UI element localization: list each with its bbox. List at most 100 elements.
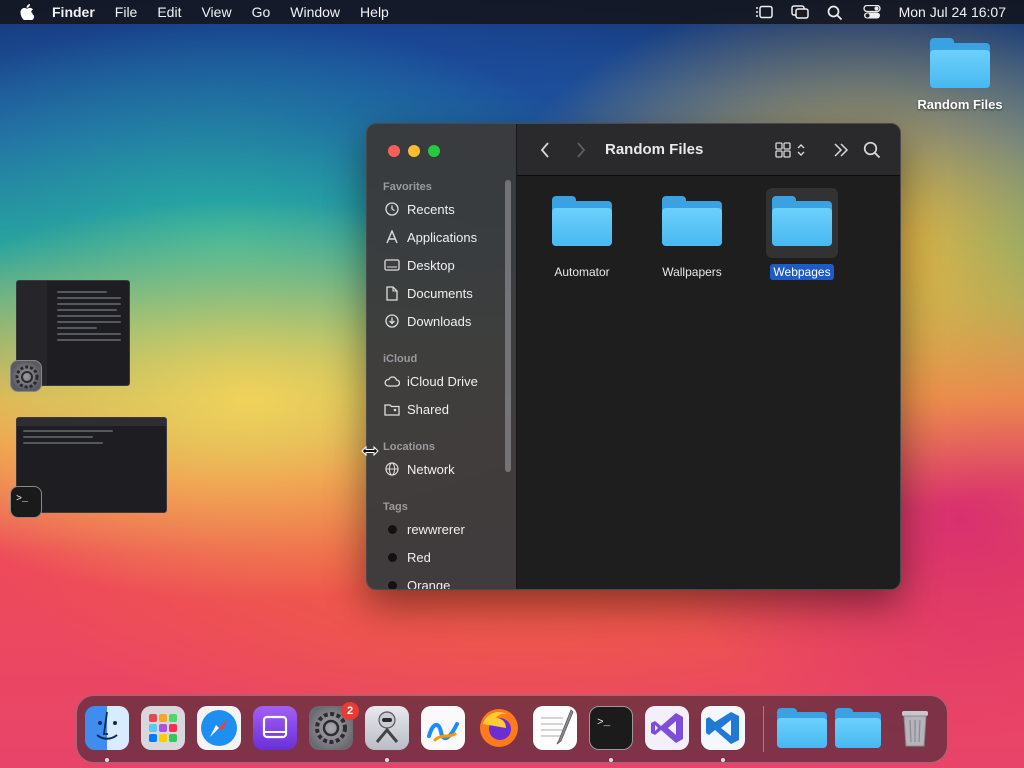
sidebar-item-documents[interactable]: Documents — [383, 282, 473, 304]
finder-window: Favorites Recents Applications Desktop D… — [366, 123, 901, 590]
sidebar-header-icloud: iCloud — [383, 353, 418, 365]
file-name: Wallpapers — [662, 265, 722, 279]
globe-icon — [383, 461, 401, 477]
dock-applications-folder-icon[interactable] — [777, 706, 829, 750]
folder-icon — [930, 38, 990, 88]
tag-dot-icon — [388, 524, 397, 534]
dock-terminal-icon[interactable]: >_ — [589, 706, 633, 750]
running-indicator — [609, 758, 613, 762]
sidebar-item-tag-orange[interactable]: Orange — [383, 574, 451, 590]
dock-separator — [763, 706, 764, 752]
shared-folder-icon — [383, 401, 401, 417]
file-name: Automator — [554, 265, 610, 279]
minimize-button[interactable] — [408, 145, 420, 157]
sidebar-item-label: rewwrerer — [407, 521, 465, 537]
sidebar-item-label: Documents — [407, 285, 473, 301]
sidebar-item-network[interactable]: Network — [383, 458, 455, 480]
dock: 2 >_ — [76, 695, 948, 763]
menu-go[interactable]: Go — [252, 4, 271, 20]
dock-visual-studio-icon[interactable] — [645, 706, 689, 750]
dock-firefox-icon[interactable] — [477, 706, 521, 750]
close-button[interactable] — [388, 145, 400, 157]
dock-launchpad-icon[interactable] — [141, 706, 185, 750]
dock-safari-icon[interactable] — [197, 706, 241, 750]
desktop-icon-label: Random Files — [917, 97, 1003, 112]
sidebar-item-desktop[interactable]: Desktop — [383, 254, 455, 276]
sidebar-item-label: iCloud Drive — [407, 373, 478, 389]
sidebar-header-tags: Tags — [383, 501, 408, 513]
sidebar-item-tag-red[interactable]: Red — [383, 546, 431, 568]
forward-button[interactable] — [571, 140, 591, 160]
sidebar-item-shared[interactable]: Shared — [383, 398, 449, 420]
dock-textedit-icon[interactable] — [533, 706, 577, 750]
sidebar-item-icloud-drive[interactable]: iCloud Drive — [383, 370, 478, 392]
dock-vscode-icon[interactable] — [701, 706, 745, 750]
running-indicator — [721, 758, 725, 762]
dock-downloads-folder-icon[interactable] — [835, 706, 885, 750]
folder-icon — [662, 196, 722, 246]
desktop-icon — [383, 257, 401, 273]
tag-dot-icon — [388, 580, 397, 589]
finder-sidebar: Favorites Recents Applications Desktop D… — [367, 124, 517, 589]
dock-finder-icon[interactable] — [85, 706, 129, 750]
menu-app-name[interactable]: Finder — [52, 4, 95, 20]
control-center-icon[interactable] — [862, 4, 881, 19]
view-options-button[interactable] — [773, 140, 813, 160]
sidebar-item-applications[interactable]: Applications — [383, 226, 477, 248]
sidebar-item-label: Applications — [407, 229, 478, 245]
dock-freeform-icon[interactable] — [421, 706, 465, 750]
folder-icon — [552, 196, 612, 246]
spotlight-search-icon[interactable] — [827, 5, 845, 21]
sidebar-item-label: Network — [407, 461, 455, 477]
sidebar-item-label: Downloads — [407, 313, 472, 329]
screen-mirroring-icon[interactable] — [790, 5, 809, 19]
sidebar-scrollbar[interactable] — [505, 180, 511, 472]
system-settings-icon[interactable] — [10, 360, 42, 392]
file-item-webpages[interactable]: Webpages — [756, 188, 848, 281]
menu-help[interactable]: Help — [360, 4, 389, 20]
sidebar-item-label: Orange — [407, 577, 451, 590]
sidebar-item-label: Recents — [407, 201, 455, 217]
finder-toolbar: Random Files — [517, 124, 900, 176]
menu-bar-clock[interactable]: Mon Jul 24 16:07 — [899, 4, 1006, 20]
running-indicator — [385, 758, 389, 762]
apple-menu-icon[interactable] — [18, 3, 36, 21]
running-indicator — [105, 758, 109, 762]
menu-bar: Finder File Edit View Go Window Help Mon… — [0, 0, 1024, 24]
sidebar-item-label: Red — [407, 549, 431, 565]
desktop-folder-random-files[interactable]: Random Files — [910, 38, 1010, 112]
document-icon — [383, 285, 401, 301]
dock-automator-icon[interactable] — [365, 706, 409, 750]
sidebar-item-label: Desktop — [407, 257, 455, 273]
dock-trash-icon[interactable] — [893, 706, 937, 750]
svg-text:>_: >_ — [597, 717, 611, 729]
file-item-wallpapers[interactable]: Wallpapers — [646, 188, 738, 281]
stage-manager-icon[interactable] — [755, 5, 773, 19]
menu-edit[interactable]: Edit — [157, 4, 181, 20]
sidebar-header-locations: Locations — [383, 441, 435, 453]
sidebar-item-downloads[interactable]: Downloads — [383, 310, 471, 332]
finder-content: Random Files Automator Wallpapers Webpag… — [517, 124, 900, 589]
sidebar-item-tag-rewwrerer[interactable]: rewwrerer — [383, 518, 465, 540]
menu-view[interactable]: View — [201, 4, 231, 20]
menu-file[interactable]: File — [115, 4, 138, 20]
file-item-automator[interactable]: Automator — [536, 188, 628, 281]
sidebar-item-label: Shared — [407, 401, 449, 417]
file-name: Webpages — [770, 264, 834, 280]
clock-icon — [383, 201, 401, 217]
back-button[interactable] — [535, 140, 555, 160]
applications-icon — [383, 229, 401, 245]
more-toolbar-items-icon[interactable] — [831, 140, 851, 160]
dock-podcasts-icon[interactable] — [253, 706, 297, 750]
terminal-icon[interactable]: >_ — [10, 486, 42, 518]
sidebar-header-favorites: Favorites — [383, 181, 432, 193]
notification-badge: 2 — [341, 702, 359, 720]
download-icon — [383, 313, 401, 329]
zoom-button[interactable] — [428, 145, 440, 157]
svg-text:>_: >_ — [16, 494, 29, 505]
search-icon[interactable] — [862, 140, 882, 160]
sidebar-item-recents[interactable]: Recents — [383, 198, 455, 220]
window-title: Random Files — [605, 141, 704, 158]
menu-window[interactable]: Window — [290, 4, 340, 20]
folder-icon — [772, 196, 832, 246]
